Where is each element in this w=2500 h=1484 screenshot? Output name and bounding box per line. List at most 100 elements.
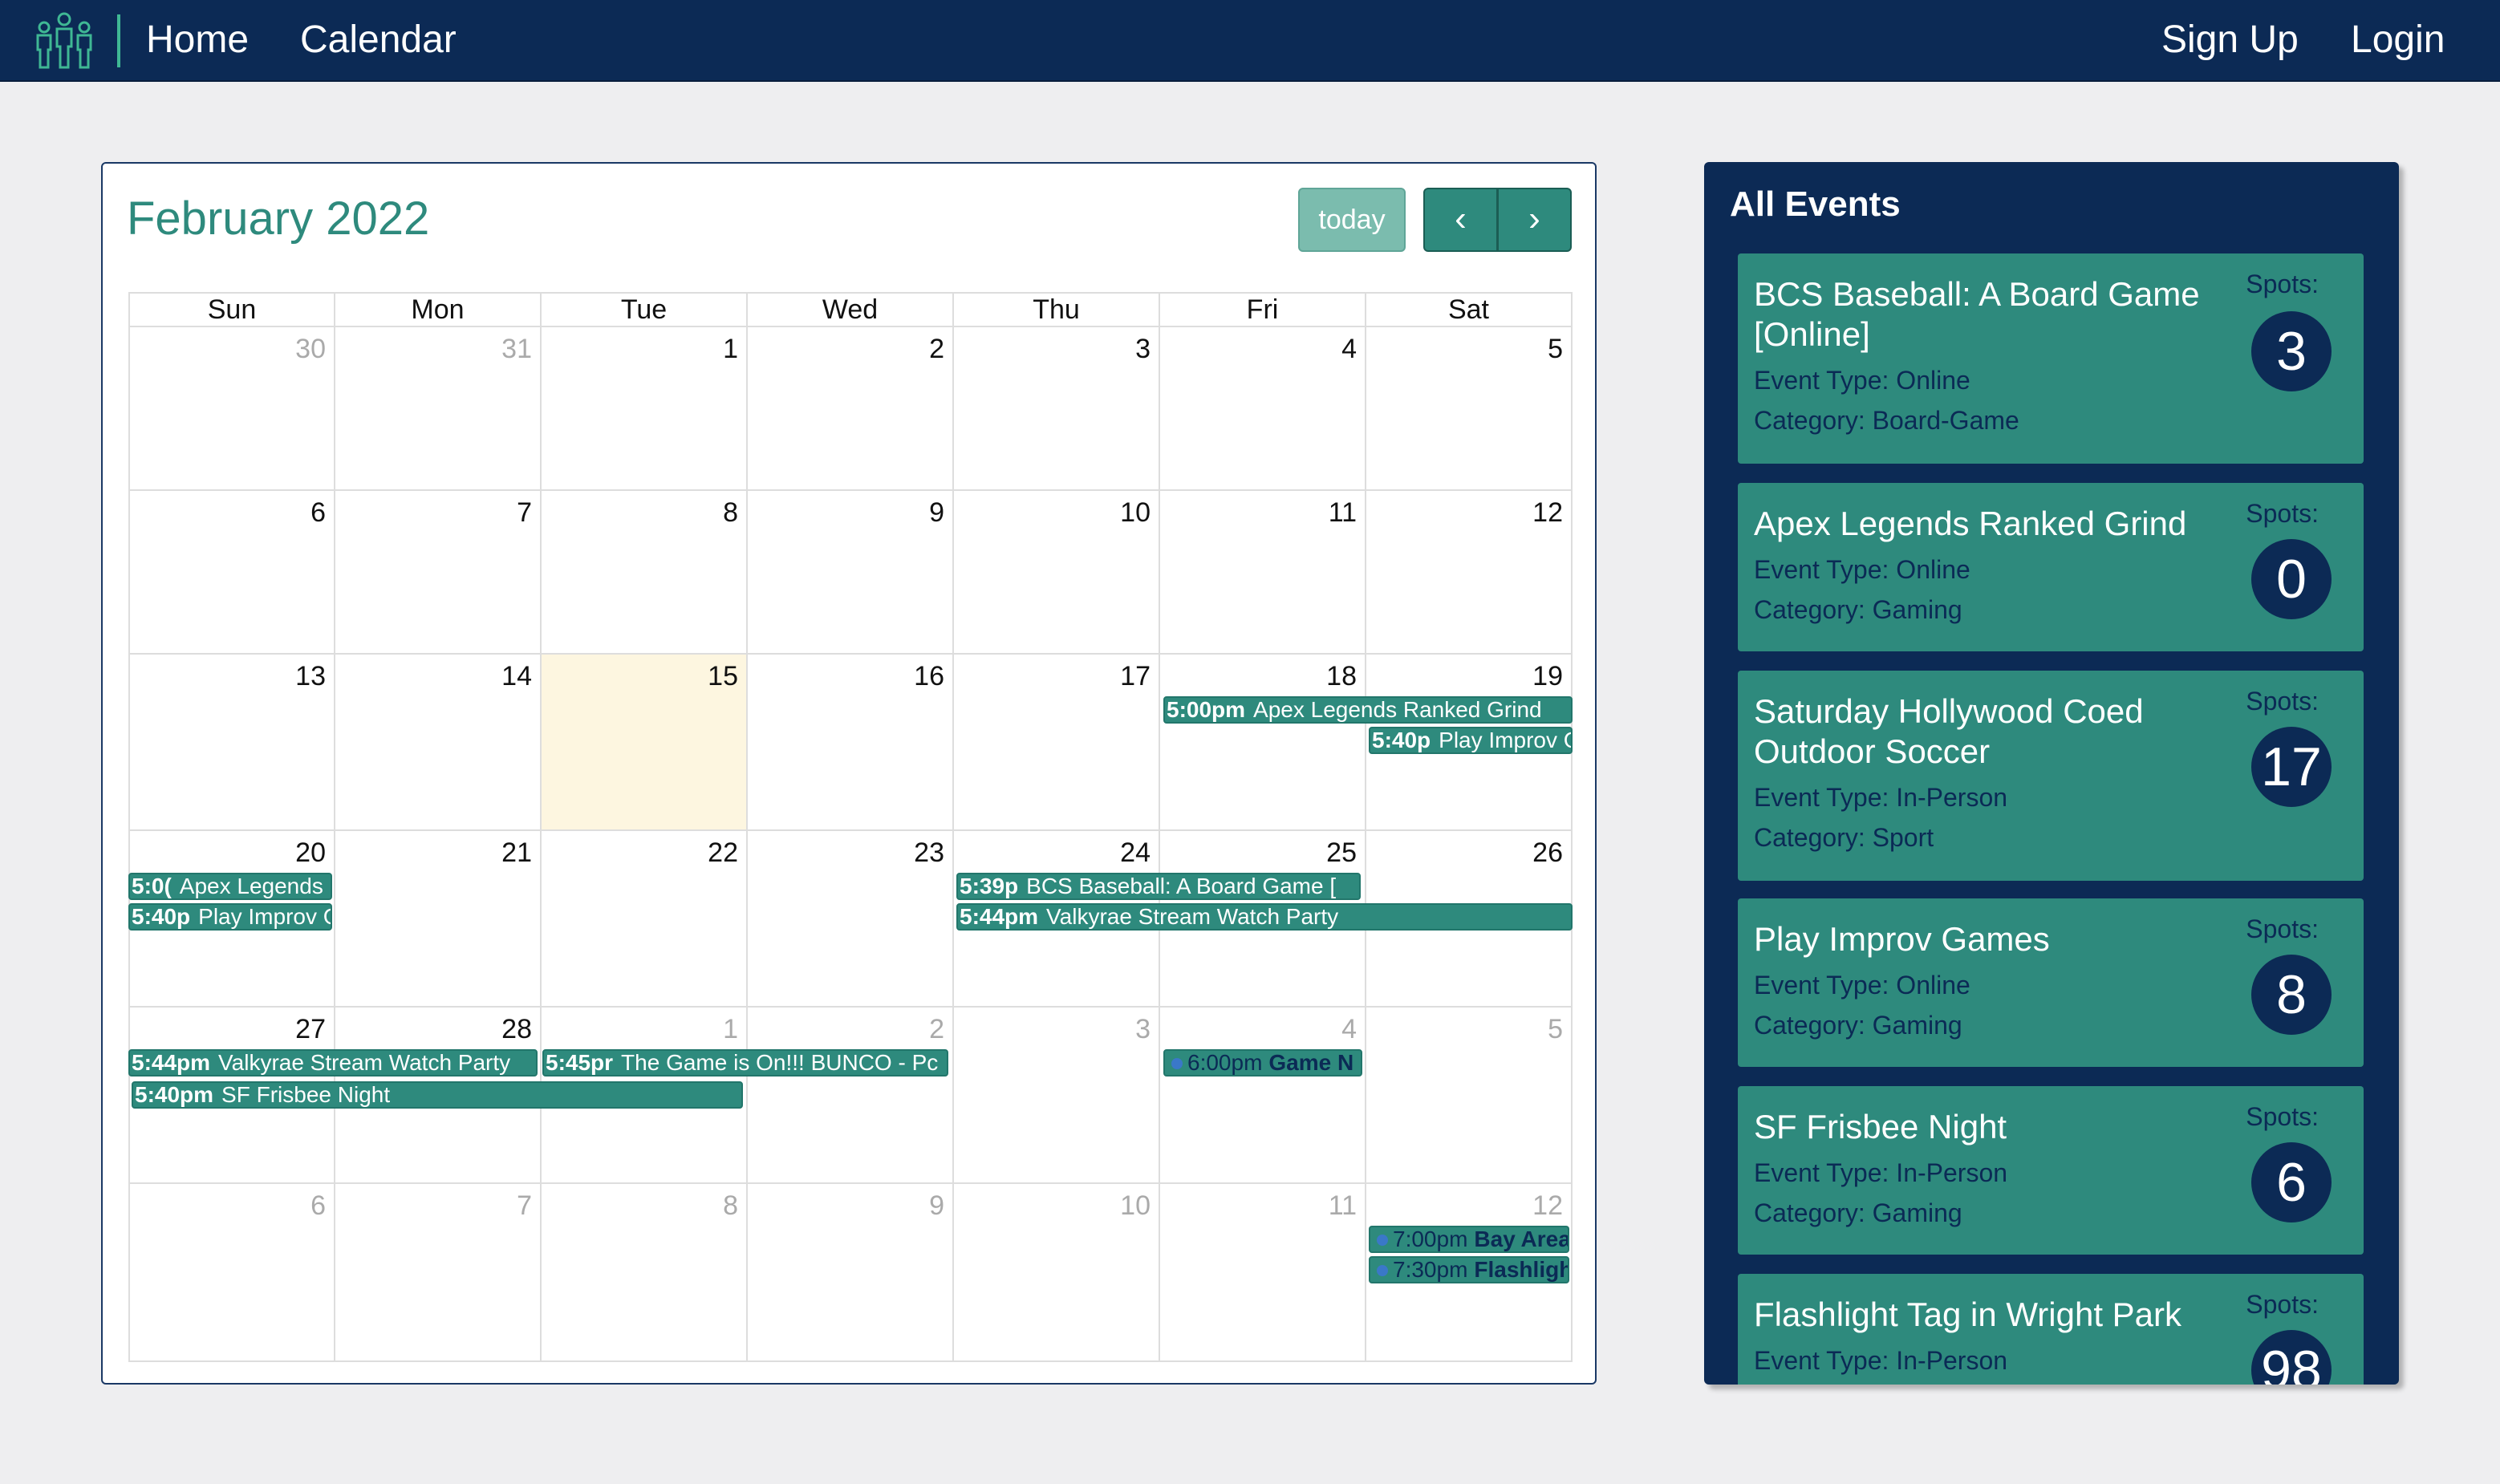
day-cell[interactable]: 3 xyxy=(952,326,1160,491)
day-number: 10 xyxy=(1120,1190,1151,1221)
event-time: 7:00pm xyxy=(1393,1227,1468,1251)
event-time: 5:00pm xyxy=(1167,697,1246,722)
event-card[interactable]: BCS Baseball: A Board Game [Online] Even… xyxy=(1738,253,2364,464)
day-cell[interactable]: 2 xyxy=(746,326,954,491)
day-cell[interactable]: 14 xyxy=(334,653,542,831)
weekday-header: Thu xyxy=(952,292,1160,327)
event-name: Apex Legends Ranked Grind xyxy=(1754,505,2187,542)
day-cell[interactable]: 31 xyxy=(334,326,542,491)
today-cell[interactable]: 15 xyxy=(540,653,748,831)
day-number: 31 xyxy=(501,334,532,364)
navbar: Home Calendar Sign Up Login xyxy=(0,0,2500,82)
day-cell[interactable]: 17 xyxy=(952,653,1160,831)
day-cell[interactable]: 22 xyxy=(540,829,748,1008)
day-number: 18 xyxy=(1326,661,1357,691)
spots-count: 8 xyxy=(2251,955,2332,1035)
event-card[interactable]: Flashlight Tag in Wright Park Event Type… xyxy=(1738,1274,2364,1385)
prev-month-button[interactable]: ‹ xyxy=(1423,188,1498,252)
day-cell[interactable]: 8 xyxy=(540,489,748,655)
day-number: 12 xyxy=(1532,1190,1563,1221)
event-time: 5:40p xyxy=(132,904,191,929)
day-cell[interactable]: 13 xyxy=(128,653,335,831)
event-category: Category: Sport xyxy=(1754,823,1934,852)
day-cell[interactable]: 18 xyxy=(1159,653,1366,831)
calendar-event[interactable]: 5:44pm Valkyrae Stream Watch Party xyxy=(128,1049,538,1077)
day-number: 25 xyxy=(1326,837,1357,868)
event-card[interactable]: Apex Legends Ranked Grind Event Type: On… xyxy=(1738,483,2364,651)
event-title: Play Improv G xyxy=(1439,728,1573,752)
event-card[interactable]: Saturday Hollywood Coed Outdoor Soccer E… xyxy=(1738,671,2364,881)
people-group-icon[interactable] xyxy=(30,11,98,71)
nav-home-link[interactable]: Home xyxy=(146,14,249,66)
day-cell[interactable]: 5 xyxy=(1365,326,1573,491)
nav-signup-link[interactable]: Sign Up xyxy=(2161,14,2299,66)
calendar-event[interactable]: 5:40pm SF Frisbee Night xyxy=(132,1081,743,1109)
day-cell[interactable]: 3 xyxy=(952,1006,1160,1184)
event-name: SF Frisbee Night xyxy=(1754,1108,2007,1145)
calendar-event[interactable]: 7:00pm Bay Area xyxy=(1369,1226,1569,1253)
day-cell[interactable]: 16 xyxy=(746,653,954,831)
day-cell[interactable]: 11 xyxy=(1159,1182,1366,1362)
spots-label: Spots: xyxy=(2246,499,2319,528)
event-title: Valkyrae Stream Watch Party xyxy=(1046,904,1339,929)
day-number: 22 xyxy=(708,837,738,868)
day-number: 1 xyxy=(723,1014,738,1044)
day-number: 5 xyxy=(1548,1014,1563,1044)
calendar-event[interactable]: 5:45pr The Game is On!!! BUNCO - Pc xyxy=(542,1049,948,1077)
event-time: 5:40pm xyxy=(135,1082,214,1107)
day-cell[interactable]: 12 xyxy=(1365,489,1573,655)
event-title: Apex Legends Ranked Grind xyxy=(1253,697,1542,722)
next-month-button[interactable]: › xyxy=(1497,188,1572,252)
day-cell[interactable]: 7 xyxy=(334,1182,542,1362)
spots-label: Spots: xyxy=(2246,1102,2319,1131)
day-cell[interactable]: 9 xyxy=(746,1182,954,1362)
event-name: Saturday Hollywood Coed Outdoor Soccer xyxy=(1754,692,2144,770)
all-events-panel[interactable]: All Events BCS Baseball: A Board Game [O… xyxy=(1704,162,2399,1385)
event-title: The Game is On!!! BUNCO - Pc xyxy=(621,1050,939,1075)
event-card[interactable]: SF Frisbee Night Event Type: In-Person C… xyxy=(1738,1086,2364,1255)
day-number: 13 xyxy=(295,661,326,691)
day-number: 20 xyxy=(295,837,326,868)
today-button[interactable]: today xyxy=(1298,188,1406,252)
day-number: 12 xyxy=(1532,497,1563,528)
calendar-event[interactable]: 6:00pm Game N xyxy=(1163,1049,1362,1077)
month-nav-group: ‹ › xyxy=(1423,188,1573,252)
day-cell[interactable]: 21 xyxy=(334,829,542,1008)
day-cell[interactable]: 4 xyxy=(1159,326,1366,491)
day-cell[interactable]: 6 xyxy=(128,489,335,655)
event-time: 5:0( xyxy=(132,874,172,898)
nav-login-link[interactable]: Login xyxy=(2351,14,2445,66)
day-number: 24 xyxy=(1120,837,1151,868)
day-cell[interactable]: 6 xyxy=(128,1182,335,1362)
day-cell[interactable]: 7 xyxy=(334,489,542,655)
day-number: 8 xyxy=(723,1190,738,1221)
day-cell[interactable]: 9 xyxy=(746,489,954,655)
day-cell[interactable]: 10 xyxy=(952,1182,1160,1362)
nav-calendar-link[interactable]: Calendar xyxy=(300,14,457,66)
day-cell[interactable]: 8 xyxy=(540,1182,748,1362)
event-card[interactable]: Play Improv Games Event Type: Online Cat… xyxy=(1738,898,2364,1067)
calendar-event[interactable]: 5:00pm Apex Legends Ranked Grind xyxy=(1163,696,1573,724)
event-title: Apex Legends xyxy=(179,874,323,898)
day-cell[interactable]: 2 xyxy=(746,1006,954,1184)
event-title: SF Frisbee Night xyxy=(221,1082,391,1107)
event-type: Event Type: Online xyxy=(1754,555,1970,584)
day-number: 9 xyxy=(929,497,944,528)
calendar-event[interactable]: 5:44pm Valkyrae Stream Watch Party xyxy=(956,903,1573,931)
day-number: 2 xyxy=(929,334,944,364)
event-time: 5:44pm xyxy=(132,1050,211,1075)
day-cell[interactable]: 4 xyxy=(1159,1006,1366,1184)
calendar-event[interactable]: 5:40p Play Improv G xyxy=(128,903,332,931)
day-cell[interactable]: 1 xyxy=(540,326,748,491)
event-title: Valkyrae Stream Watch Party xyxy=(218,1050,511,1075)
calendar-event[interactable]: 5:39p BCS Baseball: A Board Game [ xyxy=(956,873,1361,900)
calendar-event[interactable]: 5:0( Apex Legends xyxy=(128,873,332,900)
calendar-event[interactable]: 7:30pm Flashligh xyxy=(1369,1256,1569,1283)
calendar-event[interactable]: 5:40p Play Improv G xyxy=(1369,727,1573,754)
day-cell[interactable]: 23 xyxy=(746,829,954,1008)
day-cell[interactable]: 30 xyxy=(128,326,335,491)
day-cell[interactable]: 5 xyxy=(1365,1006,1573,1184)
day-cell[interactable]: 11 xyxy=(1159,489,1366,655)
day-cell[interactable]: 10 xyxy=(952,489,1160,655)
day-number: 7 xyxy=(517,1190,532,1221)
